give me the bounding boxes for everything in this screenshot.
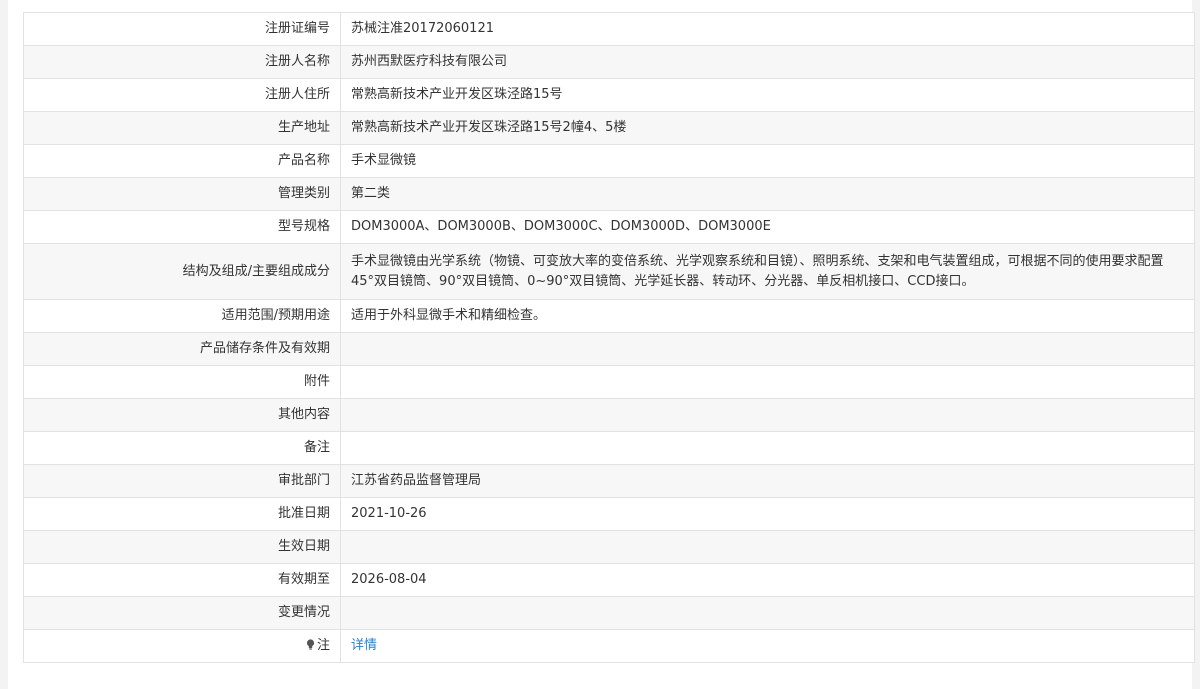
- row-value: 苏州西默医疗科技有限公司: [340, 45, 1195, 79]
- row-value: [340, 431, 1195, 465]
- table-row-effective-date: 生效日期: [23, 530, 1195, 564]
- table-row-production-address: 生产地址 常熟高新技术产业开发区珠泾路15号2幢4、5楼: [23, 111, 1195, 145]
- table-row-approval-department: 审批部门 江苏省药品监督管理局: [23, 464, 1195, 498]
- row-label: 结构及组成/主要组成成分: [23, 243, 341, 300]
- row-label: 生产地址: [23, 111, 341, 145]
- lightbulb-icon: [306, 639, 315, 650]
- table-row-intended-use: 适用范围/预期用途 适用于外科显微手术和精细检查。: [23, 299, 1195, 333]
- table-row-storage-conditions: 产品储存条件及有效期: [23, 332, 1195, 366]
- row-label: 批准日期: [23, 497, 341, 531]
- table-row-registrant-name: 注册人名称 苏州西默医疗科技有限公司: [23, 45, 1195, 79]
- row-value: DOM3000A、DOM3000B、DOM3000C、DOM3000D、DOM3…: [340, 210, 1195, 244]
- row-label: 附件: [23, 365, 341, 399]
- row-label: 生效日期: [23, 530, 341, 564]
- row-label: 其他内容: [23, 398, 341, 432]
- row-label: 适用范围/预期用途: [23, 299, 341, 333]
- row-label: 有效期至: [23, 563, 341, 597]
- table-row-registration-number: 注册证编号 苏械注准20172060121: [23, 12, 1195, 46]
- table-row-change-status: 变更情况: [23, 596, 1195, 630]
- details-link[interactable]: 详情: [351, 638, 377, 653]
- row-value: [340, 332, 1195, 366]
- row-value: [340, 365, 1195, 399]
- row-value: [340, 530, 1195, 564]
- table-row-approval-date: 批准日期 2021-10-26: [23, 497, 1195, 531]
- row-value: 手术显微镜: [340, 144, 1195, 178]
- table-row-note: 注 详情: [23, 629, 1195, 663]
- note-label: 注: [316, 638, 330, 653]
- row-value: [340, 398, 1195, 432]
- row-label: 产品名称: [23, 144, 341, 178]
- row-label: 变更情况: [23, 596, 341, 630]
- row-label: 注册人名称: [23, 45, 341, 79]
- row-label: 注册人住所: [23, 78, 341, 112]
- table-row-structure-composition: 结构及组成/主要组成成分 手术显微镜由光学系统（物镜、可变放大率的变倍系统、光学…: [23, 243, 1195, 300]
- row-value: 手术显微镜由光学系统（物镜、可变放大率的变倍系统、光学观察系统和目镜）、照明系统…: [340, 243, 1195, 300]
- row-value: 2026-08-04: [340, 563, 1195, 597]
- row-value: [340, 596, 1195, 630]
- row-label: 注册证编号: [23, 12, 341, 46]
- table-row-product-name: 产品名称 手术显微镜: [23, 144, 1195, 178]
- row-value: 2021-10-26: [340, 497, 1195, 531]
- table-row-registrant-address: 注册人住所 常熟高新技术产业开发区珠泾路15号: [23, 78, 1195, 112]
- row-label: 管理类别: [23, 177, 341, 211]
- table-row-attachments: 附件: [23, 365, 1195, 399]
- row-value: 常熟高新技术产业开发区珠泾路15号: [340, 78, 1195, 112]
- note-value-cell: 详情: [340, 629, 1195, 663]
- page-container: 注册证编号 苏械注准20172060121 注册人名称 苏州西默医疗科技有限公司…: [8, 0, 1195, 689]
- row-value: 常熟高新技术产业开发区珠泾路15号2幢4、5楼: [340, 111, 1195, 145]
- row-label: 型号规格: [23, 210, 341, 244]
- row-value: 江苏省药品监督管理局: [340, 464, 1195, 498]
- row-label: 备注: [23, 431, 341, 465]
- note-label-cell: 注: [23, 629, 341, 663]
- row-label: 审批部门: [23, 464, 341, 498]
- table-row-remarks: 备注: [23, 431, 1195, 465]
- table-row-management-category: 管理类别 第二类: [23, 177, 1195, 211]
- registration-info-table: 注册证编号 苏械注准20172060121 注册人名称 苏州西默医疗科技有限公司…: [23, 12, 1195, 663]
- row-value: 适用于外科显微手术和精细检查。: [340, 299, 1195, 333]
- row-value: 苏械注准20172060121: [340, 12, 1195, 46]
- table-row-valid-until: 有效期至 2026-08-04: [23, 563, 1195, 597]
- row-value: 第二类: [340, 177, 1195, 211]
- table-row-other-content: 其他内容: [23, 398, 1195, 432]
- row-label: 产品储存条件及有效期: [23, 332, 341, 366]
- table-row-model-spec: 型号规格 DOM3000A、DOM3000B、DOM3000C、DOM3000D…: [23, 210, 1195, 244]
